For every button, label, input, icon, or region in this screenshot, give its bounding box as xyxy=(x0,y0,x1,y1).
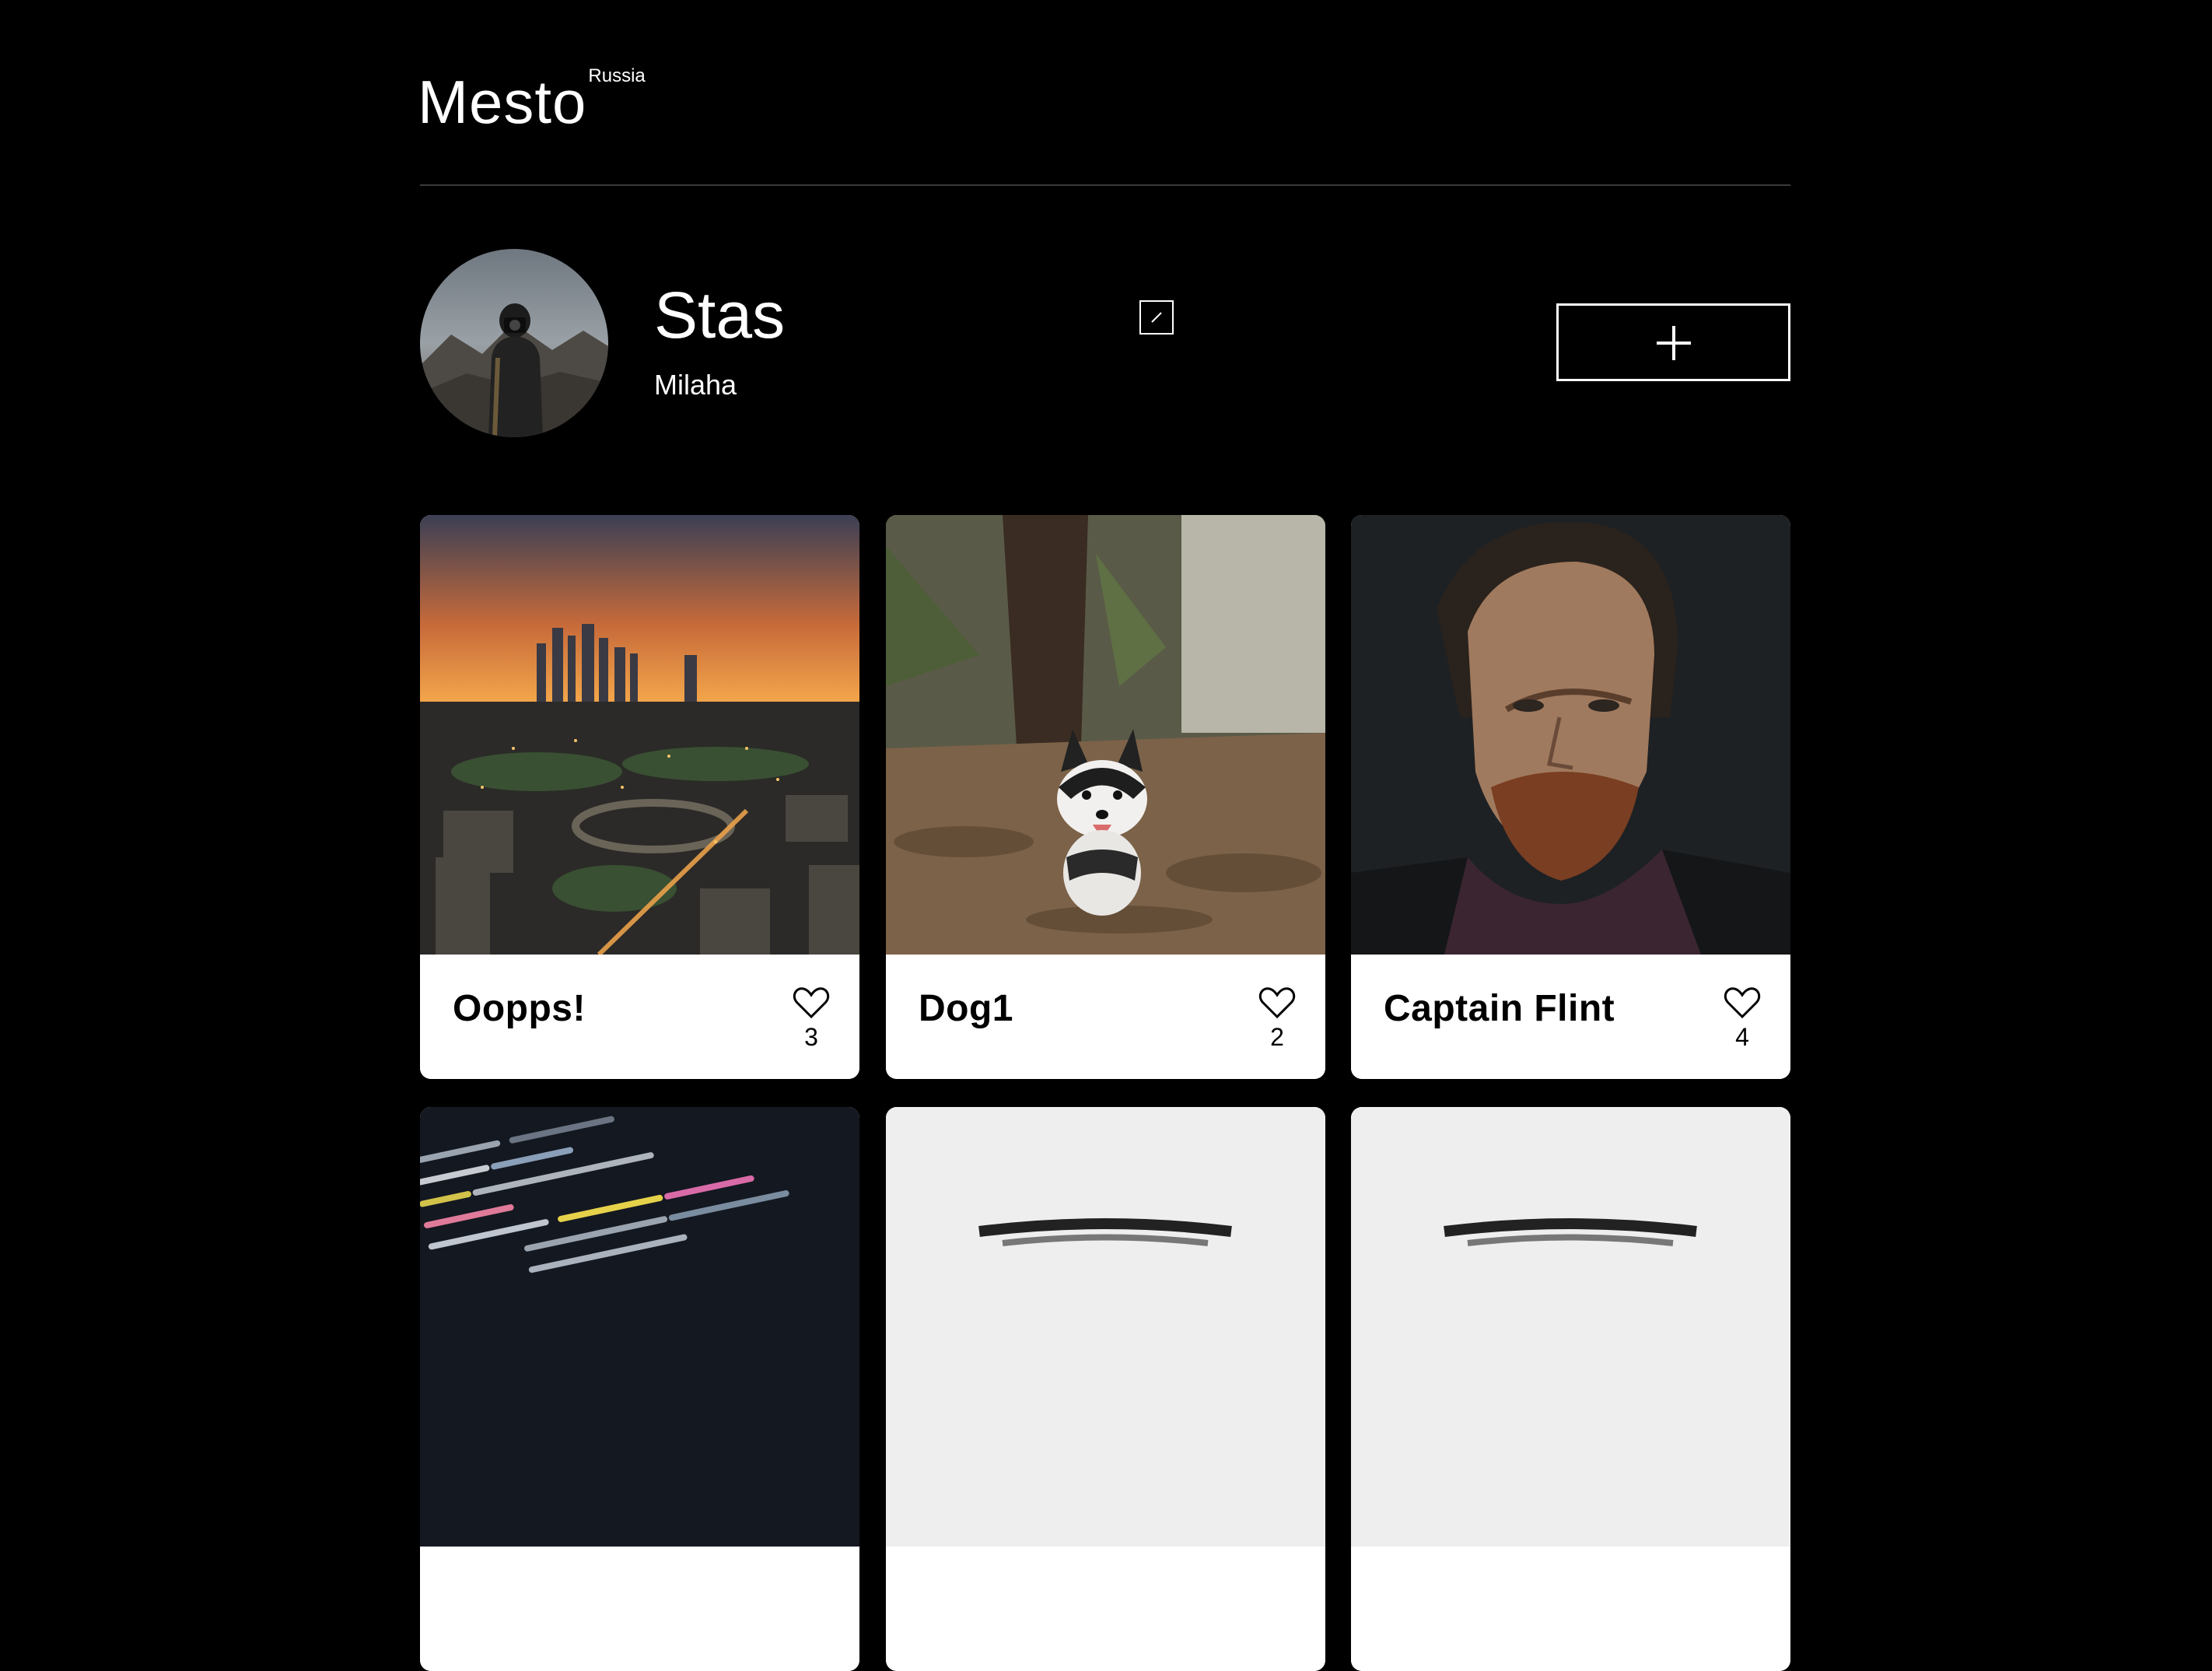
card-image[interactable] xyxy=(886,515,1325,955)
heart-icon[interactable] xyxy=(1724,986,1761,1020)
pencil-icon xyxy=(1151,312,1162,323)
card xyxy=(886,1107,1325,1671)
like-count: 2 xyxy=(1270,1023,1284,1051)
card-image[interactable] xyxy=(420,515,859,955)
card-title: Oopps! xyxy=(453,988,586,1029)
card: Captain Flint 4 xyxy=(1351,515,1790,1079)
logo-text: Mesto xyxy=(418,68,587,136)
card xyxy=(1351,1107,1790,1671)
profile-about: Milaha xyxy=(654,369,737,401)
like-count: 3 xyxy=(804,1023,818,1051)
placeholder-image xyxy=(1351,1107,1790,1547)
city-sunset-image xyxy=(420,515,859,955)
profile-name: Stas xyxy=(654,278,786,352)
card-footer xyxy=(420,1547,859,1671)
add-card-button[interactable] xyxy=(1556,303,1790,381)
heart-icon[interactable] xyxy=(793,986,830,1020)
edit-profile-button[interactable] xyxy=(1139,300,1174,335)
like-count: 4 xyxy=(1735,1023,1749,1051)
placeholder-image xyxy=(886,1107,1325,1547)
card-title: Dog1 xyxy=(919,988,1013,1029)
logo: Mesto Russia xyxy=(418,61,646,143)
card-image[interactable] xyxy=(420,1107,859,1547)
card-image[interactable] xyxy=(1351,1107,1790,1547)
profile-avatar[interactable] xyxy=(420,249,608,437)
code-screen-image xyxy=(420,1107,859,1547)
card-footer xyxy=(886,1547,1325,1671)
page: Mesto Russia Stas Milaha Oopps! 3 Dog1 2… xyxy=(0,0,2212,1671)
card-title: Captain Flint xyxy=(1384,988,1615,1029)
heart-icon[interactable] xyxy=(1258,986,1296,1020)
card-footer: Oopps! 3 xyxy=(420,955,859,1079)
card-image[interactable] xyxy=(886,1107,1325,1547)
plus-icon xyxy=(1657,326,1691,360)
card-footer xyxy=(1351,1547,1790,1671)
husky-puppy-image xyxy=(886,515,1325,955)
card: Oopps! 3 xyxy=(420,515,859,1079)
card-image[interactable] xyxy=(1351,515,1790,955)
card-footer: Dog1 2 xyxy=(886,955,1325,1079)
logo-superscript: Russia xyxy=(588,65,646,86)
header-divider xyxy=(420,184,1790,186)
card-footer: Captain Flint 4 xyxy=(1351,955,1790,1079)
card xyxy=(420,1107,859,1671)
pirate-portrait-image xyxy=(1351,515,1790,955)
card: Dog1 2 xyxy=(886,515,1325,1079)
avatar-image xyxy=(420,249,608,437)
